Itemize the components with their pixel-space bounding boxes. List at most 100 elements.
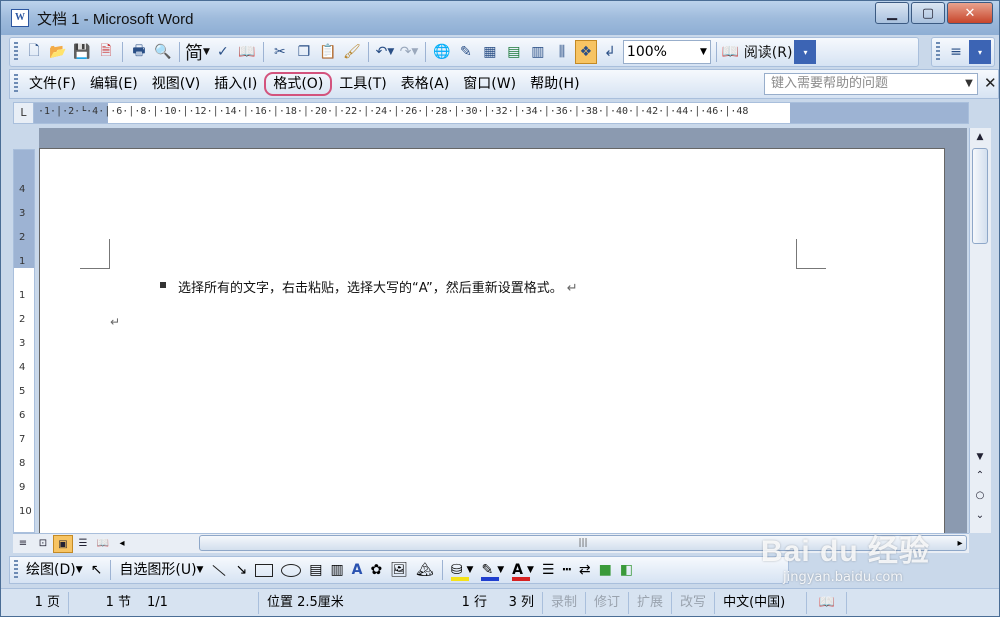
- diagram-button[interactable]: ✿: [367, 559, 387, 581]
- line-color-button[interactable]: ✎ ▼: [477, 559, 508, 581]
- 3d-style-button[interactable]: ◧: [616, 559, 637, 581]
- menu-grip[interactable]: [14, 74, 18, 94]
- vertical-ruler[interactable]: 4 3 2 1 1 2 3 4 5 6 7 8 9 10: [13, 149, 35, 533]
- scroll-up-arrow-icon[interactable]: ▲: [970, 128, 990, 146]
- next-page-icon[interactable]: ⌄: [970, 510, 990, 526]
- autoshapes-menu-button[interactable]: 自选图形(U) ▼: [115, 559, 207, 581]
- maximize-button[interactable]: ▢: [911, 2, 945, 24]
- insert-excel-button[interactable]: ▤: [503, 40, 525, 64]
- arrow-tool-button[interactable]: ↘: [231, 559, 251, 581]
- outline-view-icon[interactable]: ☰: [73, 535, 93, 553]
- status-overtype[interactable]: 改写: [672, 591, 716, 614]
- show-hide-button[interactable]: ↲: [599, 40, 621, 64]
- toolbar-options-button[interactable]: ▾: [794, 40, 817, 64]
- chevron-down-icon: ▼: [411, 47, 419, 57]
- menu-view[interactable]: 视图(V): [145, 72, 208, 96]
- normal-view-icon[interactable]: ≡: [13, 535, 33, 553]
- simplified-chinese-button[interactable]: 简 ▼: [185, 40, 210, 64]
- align-button[interactable]: ≡: [945, 40, 967, 64]
- chevron-down-icon[interactable]: ▼: [961, 74, 977, 94]
- rectangle-tool-button[interactable]: [251, 559, 277, 581]
- status-section[interactable]: 1 节: [69, 592, 139, 614]
- vertical-scrollbar[interactable]: ▲ ▼ ⌃ ○ ⌄: [969, 128, 991, 533]
- help-question-input[interactable]: 键入需要帮助的问题 ▼: [764, 73, 978, 95]
- toolbar-grip[interactable]: [14, 560, 18, 580]
- research-button[interactable]: 📖: [236, 40, 258, 64]
- previous-page-icon[interactable]: ⌃: [970, 470, 990, 486]
- toolbar-grip[interactable]: [936, 42, 940, 62]
- menu-insert[interactable]: 插入(I): [207, 72, 264, 96]
- tables-borders-button[interactable]: ✎: [455, 40, 477, 64]
- toolbar-options-button[interactable]: ▾: [969, 40, 991, 64]
- drawing-button[interactable]: ⫼: [551, 40, 573, 64]
- status-page[interactable]: 1 页: [1, 591, 69, 614]
- permission-button[interactable]: 🗎: [95, 40, 117, 64]
- undo-button[interactable]: ↶ ▼: [374, 40, 396, 64]
- menu-tools[interactable]: 工具(T): [332, 72, 393, 96]
- redo-button[interactable]: ↷ ▼: [398, 40, 420, 64]
- menu-format[interactable]: 格式(O): [264, 72, 333, 96]
- document-map-button[interactable]: ❖: [574, 40, 597, 64]
- print-button[interactable]: 🖶: [128, 40, 150, 64]
- format-painter-button[interactable]: 🖌: [341, 40, 363, 64]
- read-button[interactable]: 📖 阅读(R): [722, 40, 793, 64]
- insert-table-button[interactable]: ▦: [479, 40, 501, 64]
- tab-selector[interactable]: L: [14, 103, 34, 123]
- toolbar-grip[interactable]: [14, 42, 18, 62]
- web-view-icon[interactable]: ⊡: [33, 535, 53, 553]
- status-record[interactable]: 录制: [543, 591, 587, 614]
- status-column[interactable]: 3 列: [495, 591, 543, 614]
- status-position[interactable]: 位置 2.5厘米: [259, 592, 439, 614]
- menu-table[interactable]: 表格(A): [394, 72, 457, 96]
- status-extend[interactable]: 扩展: [629, 591, 673, 614]
- hyperlink-button[interactable]: 🌐: [431, 40, 453, 64]
- spelling-button[interactable]: ✓: [212, 40, 234, 64]
- line-style-button[interactable]: ☰: [538, 559, 559, 581]
- picture-button[interactable]: 🏔: [412, 559, 438, 581]
- reading-view-icon[interactable]: 📖: [93, 535, 113, 553]
- close-document-button[interactable]: ✕: [984, 74, 997, 92]
- vertical-textbox-button[interactable]: ▥: [326, 559, 347, 581]
- status-page-of[interactable]: 1/1: [139, 591, 259, 614]
- shadow-style-button[interactable]: ■: [595, 559, 616, 581]
- status-track-changes[interactable]: 修订: [586, 591, 630, 614]
- vertical-scroll-thumb[interactable]: [972, 148, 988, 244]
- draw-menu-button[interactable]: 绘图(D) ▼: [22, 559, 87, 581]
- oval-tool-button[interactable]: [277, 559, 305, 581]
- font-color-button[interactable]: A ▼: [508, 559, 538, 581]
- line-tool-button[interactable]: [207, 559, 231, 581]
- select-objects-button[interactable]: ↖: [87, 559, 107, 581]
- menu-edit[interactable]: 编辑(E): [83, 72, 145, 96]
- menu-file[interactable]: 文件(F): [22, 72, 83, 96]
- scroll-down-arrow-icon[interactable]: ▼: [970, 448, 990, 466]
- wordart-button[interactable]: A: [348, 559, 367, 581]
- document-paragraph[interactable]: 选择所有的文字，右击粘贴，选择大写的“A”，然后重新设置格式。 ↵: [178, 277, 578, 296]
- new-button[interactable]: 🗋: [23, 40, 45, 64]
- arrow-style-button[interactable]: ⇄: [575, 559, 595, 581]
- fill-color-button[interactable]: ⛁ ▼: [447, 559, 478, 581]
- title-bar[interactable]: W 文档 1 - Microsoft Word ▁ ▢ ✕: [1, 1, 999, 35]
- menu-help[interactable]: 帮助(H): [523, 72, 586, 96]
- close-button[interactable]: ✕: [947, 2, 993, 24]
- textbox-tool-button[interactable]: ▤: [305, 559, 326, 581]
- paste-button[interactable]: 📋: [317, 40, 339, 64]
- cut-button[interactable]: ✂: [269, 40, 291, 64]
- select-browse-object-icon[interactable]: ○: [970, 490, 990, 506]
- status-line[interactable]: 1 行: [439, 592, 495, 614]
- copy-button[interactable]: ❐: [293, 40, 315, 64]
- watermark-logo: Bai du 经验: [761, 535, 931, 568]
- clipart-button[interactable]: 🖼: [386, 559, 412, 581]
- columns-button[interactable]: ▥: [527, 40, 549, 64]
- dash-style-button[interactable]: ┅: [558, 559, 574, 581]
- print-view-icon[interactable]: ▣: [53, 534, 73, 553]
- save-button[interactable]: 💾: [71, 40, 93, 64]
- menu-window[interactable]: 窗口(W): [456, 72, 523, 96]
- word-app-icon[interactable]: W: [11, 9, 29, 27]
- print-preview-button[interactable]: 🔍: [152, 40, 174, 64]
- empty-paragraph-mark-icon[interactable]: ↵: [110, 315, 120, 329]
- horizontal-ruler[interactable]: L ·1·│·2·└·4·│·6·│·8·│·10·│·12·│·14·│·16…: [13, 102, 969, 124]
- open-button[interactable]: 📂: [47, 40, 69, 64]
- zoom-box[interactable]: 100% ▼: [622, 40, 711, 64]
- document-page[interactable]: 选择所有的文字，右击粘贴，选择大写的“A”，然后重新设置格式。 ↵ ↵: [39, 148, 945, 533]
- minimize-button[interactable]: ▁: [875, 2, 909, 24]
